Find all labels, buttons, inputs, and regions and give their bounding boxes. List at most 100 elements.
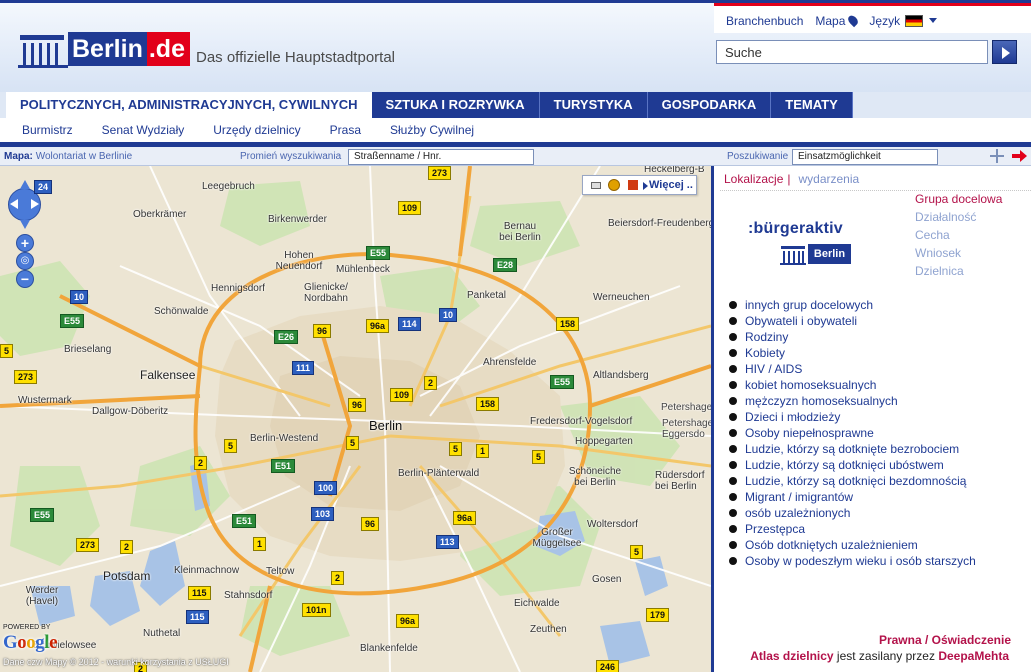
road-shield: 273 bbox=[76, 538, 100, 552]
bullet-icon bbox=[729, 381, 737, 389]
place-label: Nuthetal bbox=[143, 628, 181, 639]
mapa-link[interactable]: Mapa bbox=[815, 13, 861, 28]
pan-left-icon[interactable] bbox=[10, 199, 18, 209]
berlin-de-logo[interactable]: Berlin .de bbox=[18, 29, 190, 69]
target-group-item[interactable]: Osoby niepełnosprawne bbox=[729, 425, 976, 441]
road-shield: 5 bbox=[224, 439, 238, 453]
chevron-down-icon bbox=[929, 18, 938, 23]
target-group-item[interactable]: HIV / AIDS bbox=[729, 361, 976, 377]
map-view[interactable]: Heckelberg-B Leegebruch Birkenwerder Obe… bbox=[0, 166, 711, 672]
subnav-item-civil-service[interactable]: Służby Cywilnej bbox=[390, 123, 474, 137]
search-submit-button[interactable] bbox=[992, 40, 1017, 64]
target-group-label: Ludzie, którzy są dotknięci bezdomnością bbox=[745, 474, 967, 488]
target-group-item[interactable]: Ludzie, którzy są dotknięci ubóstwem bbox=[729, 457, 976, 473]
globe-icon[interactable]: ◎ bbox=[16, 252, 34, 270]
more-layers-button[interactable]: Więcej .. bbox=[582, 175, 697, 195]
place-label: Schönwalde bbox=[154, 306, 209, 317]
place-label: Wustermark bbox=[18, 395, 72, 406]
buergeraktiv-logo: :bürgeraktiv Berlin bbox=[748, 220, 858, 266]
nav-tab-topics[interactable]: TEMATY bbox=[771, 92, 853, 118]
road-shield: 179 bbox=[646, 608, 670, 622]
subnav-item-mayor[interactable]: Burmistrz bbox=[22, 123, 73, 137]
place-label: Berlin-Plänterwald bbox=[398, 468, 480, 479]
filter-feature[interactable]: Cecha bbox=[915, 226, 1002, 244]
tab-locations[interactable]: Lokalizacje bbox=[724, 172, 783, 186]
move-icon[interactable] bbox=[990, 149, 1004, 163]
nav-tab-politics[interactable]: POLITYCZNYCH, ADMINISTRACYJNYCH, CYWILNY… bbox=[6, 92, 372, 118]
exit-arrow-icon[interactable] bbox=[1012, 150, 1028, 162]
sub-nav: Burmistrz Senat Wydziały Urzędy dzielnic… bbox=[0, 118, 1031, 142]
target-group-item[interactable]: Ludzie, którzy są dotknięte bezrobociem bbox=[729, 441, 976, 457]
bullet-icon bbox=[729, 429, 737, 437]
target-group-item[interactable]: Osoby w podeszłym wieku i osób starszych bbox=[729, 553, 976, 569]
road-shield: 96 bbox=[313, 324, 332, 338]
bullet-icon bbox=[729, 493, 737, 501]
opportunity-search-input[interactable]: Einsatzmöglichkeit bbox=[792, 149, 938, 165]
road-shield: 5 bbox=[532, 450, 546, 464]
google-logo[interactable]: Google bbox=[3, 632, 57, 654]
deepamehta-link[interactable]: DeepaMehta bbox=[938, 649, 1009, 663]
sidebar-panel: Lokalizacje | wydarzenia :bürgeraktiv Berl… bbox=[714, 166, 1031, 672]
nav-tab-culture[interactable]: SZTUKA I ROZRYWKA bbox=[371, 92, 540, 118]
subnav-item-press[interactable]: Prasa bbox=[330, 123, 361, 137]
target-group-item[interactable]: Migrant / imigrantów bbox=[729, 489, 976, 505]
target-group-item[interactable]: Przestępca bbox=[729, 521, 976, 537]
zoom-out-button[interactable]: − bbox=[16, 270, 34, 288]
mapa-link-label: Mapa bbox=[815, 14, 846, 28]
atlas-link[interactable]: Atlas dzielnicy bbox=[750, 649, 833, 663]
filter-target-group[interactable]: Grupa docelowa bbox=[915, 190, 1002, 208]
road-shield: 10 bbox=[70, 290, 89, 304]
bullet-icon bbox=[729, 445, 737, 453]
road-shield: 101n bbox=[302, 603, 331, 617]
filter-request[interactable]: Wniosek bbox=[915, 244, 1002, 262]
target-group-item[interactable]: kobiet homoseksualnych bbox=[729, 377, 976, 393]
powered-by-footer: Atlas dzielnicy jest zasilany przez Deep… bbox=[750, 649, 1009, 663]
target-group-item[interactable]: Ludzie, którzy są dotknięci bezdomnością bbox=[729, 473, 976, 489]
subnav-item-senate[interactable]: Senat Wydziały bbox=[102, 123, 185, 137]
zoom-in-button[interactable]: + bbox=[16, 234, 34, 252]
road-shield: 103 bbox=[311, 507, 335, 521]
target-group-item[interactable]: Osób dotkniętych uzależnieniem bbox=[729, 537, 976, 553]
filter-activity[interactable]: Działalność bbox=[915, 208, 1002, 226]
street-search-input[interactable]: Straßenname / Hnr. bbox=[348, 149, 534, 165]
place-label: Birkenwerder bbox=[268, 214, 327, 225]
map-toolbar: Mapa: Wolontariat w Berlinie Promień wys… bbox=[0, 147, 1031, 166]
place-label: Zeuthen bbox=[530, 624, 567, 635]
target-group-item[interactable]: Rodziny bbox=[729, 329, 976, 345]
road-shield: 2 bbox=[424, 376, 438, 390]
tab-events[interactable]: wydarzenia bbox=[799, 172, 860, 186]
place-label: Kleinmachnow bbox=[174, 565, 240, 576]
place-label: Oberkrämer bbox=[133, 209, 187, 220]
legal-link[interactable]: Prawna / Oświadczenie bbox=[879, 633, 1011, 647]
nav-tab-tourism[interactable]: TURYSTYKA bbox=[539, 92, 648, 118]
road-shield: 96a bbox=[453, 511, 477, 525]
target-group-item[interactable]: osób uzależnionych bbox=[729, 505, 976, 521]
nav-tab-economy[interactable]: GOSPODARKA bbox=[647, 92, 772, 118]
pan-right-icon[interactable] bbox=[31, 199, 39, 209]
place-label: Werder (Havel) bbox=[25, 585, 59, 607]
pan-up-icon[interactable] bbox=[20, 180, 30, 189]
map-copyright[interactable]: Dane czw Mapy © 2012 - warunki korzystan… bbox=[3, 657, 229, 667]
target-group-item[interactable]: Kobiety bbox=[729, 345, 976, 361]
place-label: Großer Müggelsee bbox=[532, 527, 582, 549]
panel-tabs: Lokalizacje | wydarzenia bbox=[724, 172, 859, 186]
filter-district[interactable]: Dzielnica bbox=[915, 262, 1002, 280]
powered-by-text: jest zasilany przez bbox=[833, 649, 939, 663]
road-shield: 1 bbox=[476, 444, 490, 458]
road-shield: E55 bbox=[366, 246, 391, 260]
subnav-item-district-offices[interactable]: Urzędy dzielnicy bbox=[213, 123, 300, 137]
target-group-item[interactable]: innych grup docelowych bbox=[729, 297, 976, 313]
target-group-item[interactable]: Obywateli i obywateli bbox=[729, 313, 976, 329]
road-shield: 2 bbox=[331, 571, 345, 585]
filter-list: Grupa docelowa Działalność Cecha Wniosek… bbox=[915, 190, 1002, 280]
place-label: Bernau bei Berlin bbox=[499, 221, 541, 243]
pan-down-icon[interactable] bbox=[20, 220, 30, 229]
map-name-link[interactable]: Wolontariat w Berlinie bbox=[36, 151, 133, 162]
target-group-item[interactable]: mężczyzn homoseksualnych bbox=[729, 393, 976, 409]
target-group-item[interactable]: Dzieci i młodzieży bbox=[729, 409, 976, 425]
place-label: Hennigsdorf bbox=[211, 283, 265, 294]
language-selector[interactable]: Język bbox=[869, 14, 938, 28]
branchenbuch-link[interactable]: Branchenbuch bbox=[726, 14, 803, 28]
site-search-input[interactable]: Suche bbox=[716, 40, 988, 64]
radius-label: Promień wyszukiwania bbox=[240, 151, 342, 162]
